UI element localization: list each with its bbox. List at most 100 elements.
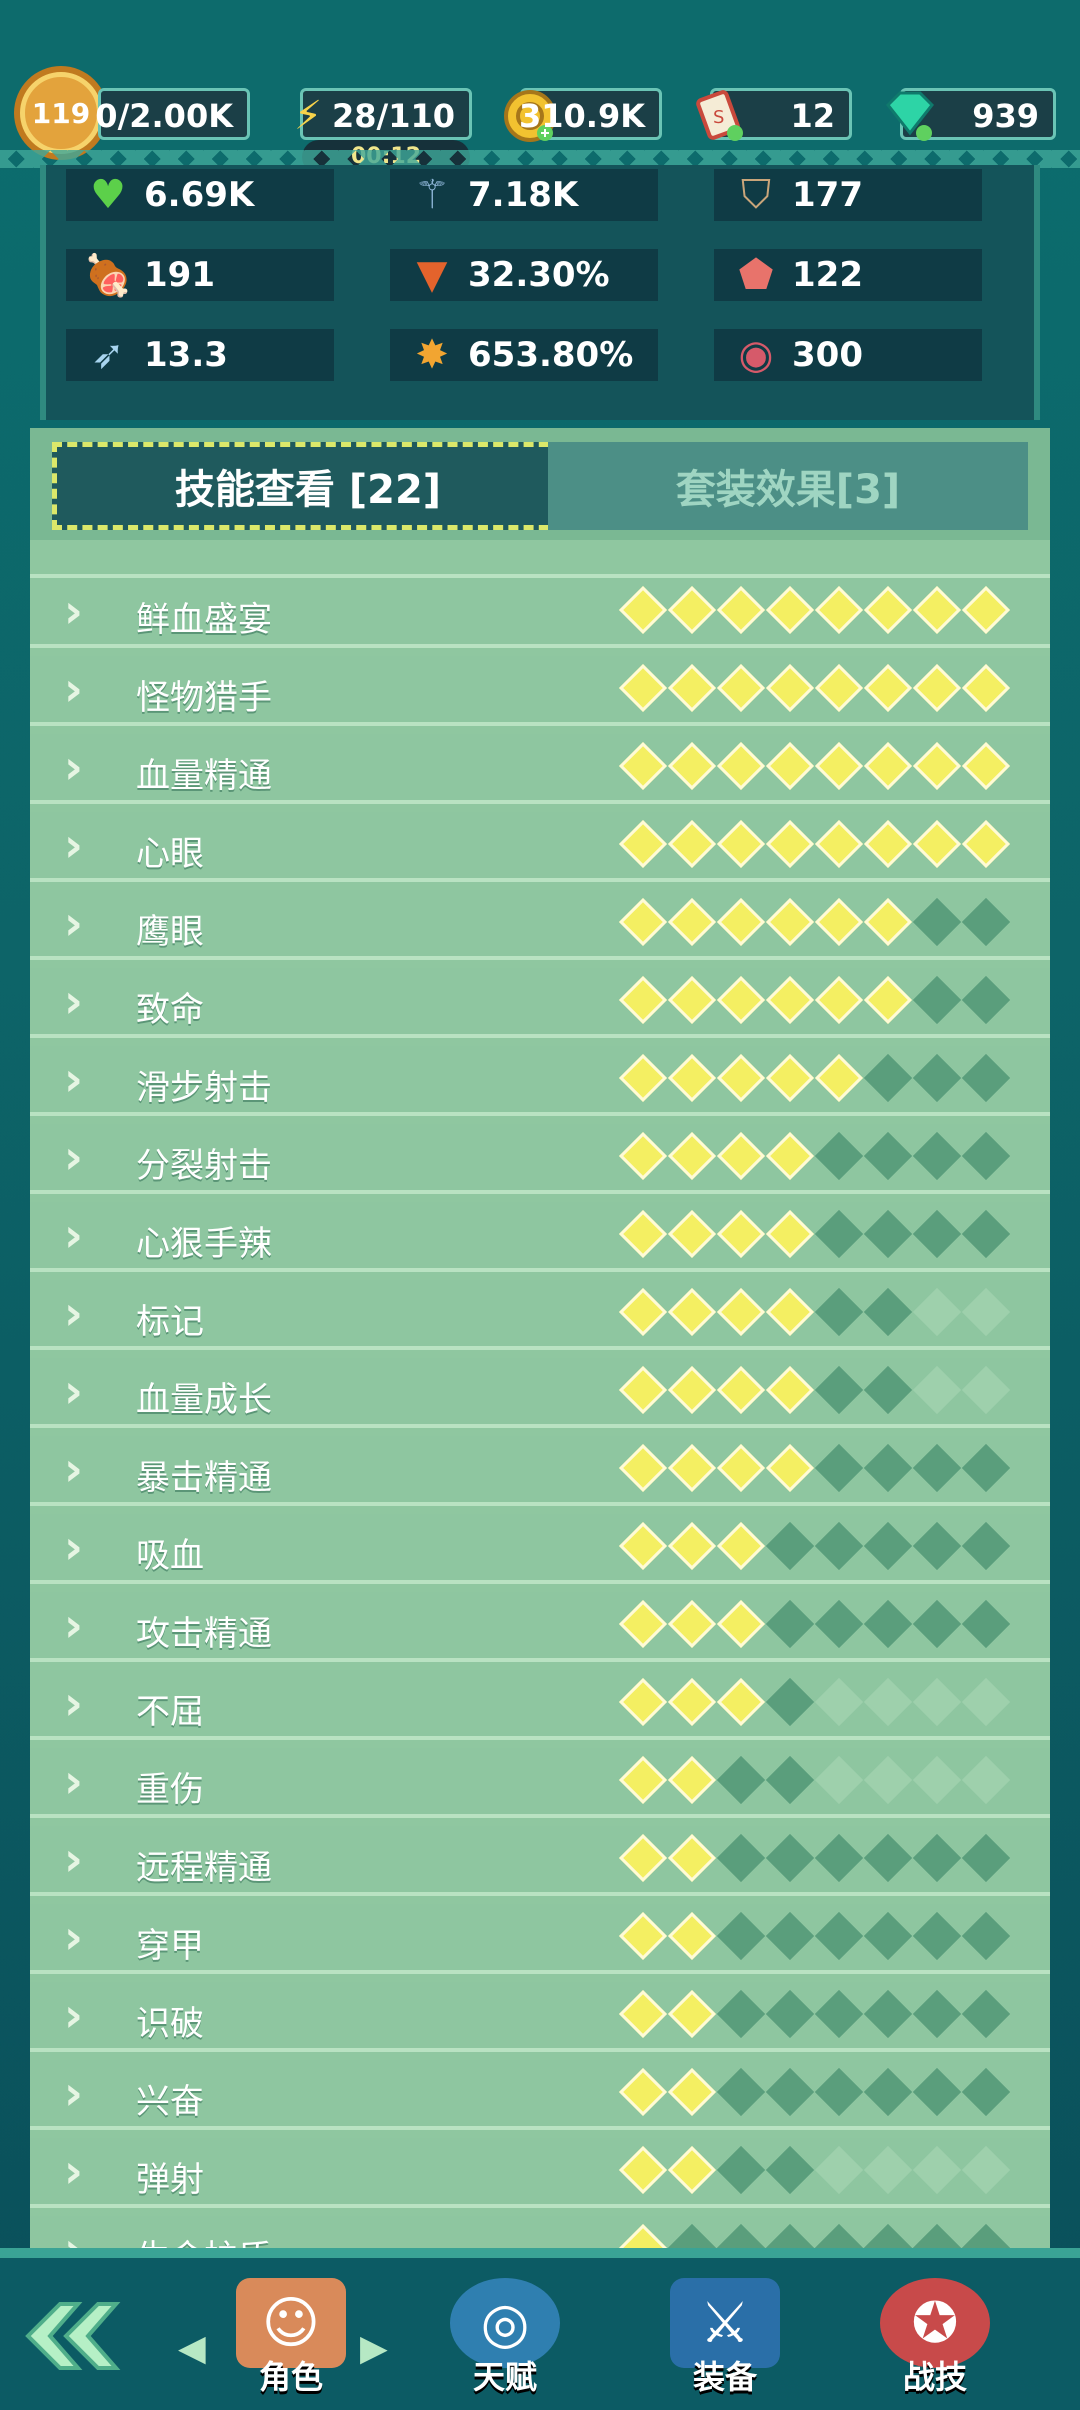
gem-value: 939 bbox=[972, 97, 1039, 135]
skill-name: 兴奋 bbox=[136, 2082, 204, 2122]
level-pip-empty bbox=[912, 897, 962, 947]
skill-row[interactable]: › 穿甲 bbox=[30, 1904, 1050, 1974]
level-pip-filled bbox=[618, 2067, 668, 2117]
level-pip-empty bbox=[961, 1833, 1011, 1883]
chevron-right-icon: › bbox=[64, 662, 83, 716]
level-pip-empty bbox=[961, 1755, 1011, 1805]
skill-row[interactable]: › 鲜血盛宴 bbox=[30, 574, 1050, 648]
skill-row[interactable]: › 致命 bbox=[30, 968, 1050, 1038]
skill-row[interactable]: › 识破 bbox=[30, 1982, 1050, 2052]
skill-row[interactable]: › 暴击精通 bbox=[30, 1436, 1050, 1506]
chevron-right-icon: › bbox=[64, 2066, 83, 2120]
level-pip-filled bbox=[667, 1131, 717, 1181]
level-pip-empty bbox=[863, 1755, 913, 1805]
level-pip-filled bbox=[618, 1053, 668, 1103]
level-pip-filled bbox=[765, 897, 815, 947]
skill-row[interactable]: › 攻击精通 bbox=[30, 1592, 1050, 1662]
ticket-counter[interactable]: S 12 bbox=[696, 88, 852, 141]
level-pip-empty bbox=[961, 1365, 1011, 1415]
level-pip-filled bbox=[765, 1287, 815, 1337]
level-pip-filled bbox=[765, 663, 815, 713]
level-pip-filled bbox=[667, 1365, 717, 1415]
skill-row[interactable]: › 弹射 bbox=[30, 2138, 1050, 2208]
chevron-right-icon: › bbox=[64, 1598, 83, 1652]
level-pip-empty bbox=[814, 2145, 864, 2195]
level-pip-filled bbox=[618, 663, 668, 713]
ham-icon: ◉ bbox=[738, 332, 774, 378]
stat-ham: ◉ 300 bbox=[714, 329, 982, 381]
level-pip-filled bbox=[863, 897, 913, 947]
level-pip-filled bbox=[667, 2145, 717, 2195]
nav-talent[interactable]: ◎ 天赋 bbox=[440, 2278, 570, 2398]
level-pip-filled bbox=[618, 741, 668, 791]
nav-right-arrow-icon: ▶ bbox=[360, 2328, 388, 2369]
skill-row[interactable]: › 不屈 bbox=[30, 1670, 1050, 1740]
skill-row[interactable]: › 心眼 bbox=[30, 812, 1050, 882]
skill-row[interactable]: › 远程精通 bbox=[30, 1826, 1050, 1896]
skill-row[interactable]: › 兴奋 bbox=[30, 2060, 1050, 2130]
level-pip-empty bbox=[863, 1287, 913, 1337]
skill-row[interactable]: › 分裂射击 bbox=[30, 1124, 1050, 1194]
skill-row[interactable]: › 怪物猎手 bbox=[30, 656, 1050, 726]
level-pip-filled bbox=[961, 741, 1011, 791]
skill-row[interactable]: › 心狠手辣 bbox=[30, 1202, 1050, 1272]
nav-character[interactable]: ☺ 角色 bbox=[226, 2278, 356, 2398]
level-pip-empty bbox=[912, 1287, 962, 1337]
skill-row[interactable]: › 滑步射击 bbox=[30, 1046, 1050, 1116]
nav-equipment[interactable]: ⚔ 装备 bbox=[660, 2278, 790, 2398]
level-pip-filled bbox=[667, 1053, 717, 1103]
skill-level-pips bbox=[618, 2145, 1011, 2195]
energy-counter[interactable]: ⚡ 28/110 bbox=[294, 88, 472, 140]
level-pip-filled bbox=[618, 1521, 668, 1571]
chevron-right-icon: › bbox=[64, 1520, 83, 1574]
gem-counter[interactable]: 939 bbox=[885, 88, 1056, 141]
level-badge[interactable]: 119 bbox=[20, 72, 102, 154]
bow-icon: ➶ bbox=[91, 332, 125, 378]
level-pip-filled bbox=[667, 585, 717, 635]
back-button[interactable] bbox=[20, 2296, 140, 2376]
wand-icon: ⚚ bbox=[414, 172, 450, 218]
chevron-right-icon: › bbox=[64, 896, 83, 950]
level-pip-empty bbox=[716, 2145, 766, 2195]
skill-name: 鲜血盛宴 bbox=[136, 600, 272, 640]
skill-level-pips bbox=[618, 1755, 1011, 1805]
level-pip-filled bbox=[618, 1833, 668, 1883]
level-pip-empty bbox=[961, 1131, 1011, 1181]
coin-counter[interactable]: 310.9K bbox=[504, 88, 662, 142]
level-pip-filled bbox=[618, 1443, 668, 1493]
level-pip-filled bbox=[618, 1911, 668, 1961]
stat-ham-value: 300 bbox=[792, 335, 863, 375]
ticket-value: 12 bbox=[790, 97, 835, 135]
skill-row[interactable]: › 重伤 bbox=[30, 1748, 1050, 1818]
skill-name: 标记 bbox=[136, 1302, 204, 1342]
stat-range: ➶ 13.3 bbox=[66, 329, 334, 381]
level-pip-filled bbox=[716, 1599, 766, 1649]
level-pip-empty bbox=[765, 1677, 815, 1727]
level-pip-empty bbox=[961, 1677, 1011, 1727]
skill-row[interactable]: › 鹰眼 bbox=[30, 890, 1050, 960]
shield-icon: ⛉ bbox=[741, 172, 771, 218]
gem-icon bbox=[877, 83, 943, 149]
skill-row[interactable]: › 吸血 bbox=[30, 1514, 1050, 1584]
skill-name: 分裂射击 bbox=[136, 1146, 272, 1186]
skill-row[interactable]: › 标记 bbox=[30, 1280, 1050, 1350]
level-pip-filled bbox=[667, 1599, 717, 1649]
level-pip-filled bbox=[618, 585, 668, 635]
stat-meat-value: 191 bbox=[144, 255, 215, 295]
skill-row[interactable]: › 血量精通 bbox=[30, 734, 1050, 804]
skill-name: 致命 bbox=[136, 990, 204, 1030]
tab-set-effects[interactable]: 套装效果[3] bbox=[548, 442, 1028, 530]
nav-battle-skill[interactable]: ✪ 战技 bbox=[870, 2278, 1000, 2398]
level-pip-empty bbox=[814, 1287, 864, 1337]
level-pip-filled bbox=[765, 1053, 815, 1103]
skill-name: 不屈 bbox=[136, 1692, 204, 1732]
skill-list: › 鲜血盛宴 › 怪物猎手 › 血量精通 › 心眼 › 鹰眼 › 致命 › 滑步射击 › 分裂射击 › 心狠手辣 ›… bbox=[30, 574, 1050, 2294]
level-pip-filled bbox=[716, 663, 766, 713]
tab-skills[interactable]: 技能查看 [22] bbox=[52, 442, 564, 530]
level-pip-filled bbox=[618, 1131, 668, 1181]
burst-icon: ✸ bbox=[415, 332, 449, 378]
skill-row[interactable]: › 血量成长 bbox=[30, 1358, 1050, 1428]
stat-crit-damage-value: 653.80% bbox=[468, 335, 634, 375]
resource-bar: 119 0/2.00K ⚡ 28/110 00:12 310.9K S 12 9… bbox=[0, 0, 1080, 174]
chevron-right-icon: › bbox=[64, 818, 83, 872]
